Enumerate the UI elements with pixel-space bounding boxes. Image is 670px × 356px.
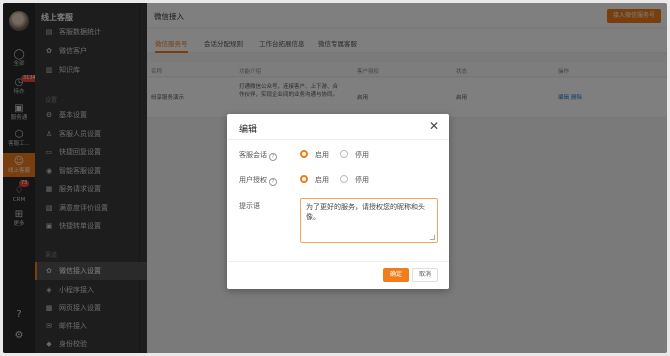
confirm-button[interactable]: 确定 (383, 268, 409, 282)
help-icon[interactable]: ? (269, 153, 277, 161)
edit-dialog: 编辑 ✕ 客服会话? 启用 停用 用户授权? 启用 停用 提示语 为了更好的服务… (227, 114, 449, 289)
session-enable-radio[interactable]: 启用 (300, 150, 329, 160)
auth-disable-radio[interactable]: 停用 (340, 175, 369, 185)
dialog-footer-divider (227, 261, 449, 262)
session-label: 客服会话? (239, 150, 277, 161)
dialog-header-divider (227, 139, 449, 140)
dialog-title: 编辑 (239, 125, 258, 135)
auth-label: 用户授权? (239, 175, 277, 186)
radio-dot (300, 175, 308, 183)
cancel-button[interactable]: 取消 (412, 268, 438, 282)
resize-handle-icon[interactable] (430, 235, 435, 240)
greeting-label: 提示语 (239, 202, 260, 210)
close-icon[interactable]: ✕ (429, 120, 439, 132)
session-disable-radio[interactable]: 停用 (340, 150, 369, 160)
radio-dot (340, 150, 348, 158)
radio-dot (300, 150, 308, 158)
greeting-textarea[interactable]: 为了更好的服务，请授权您的昵称和头像。 (300, 198, 438, 243)
help-icon[interactable]: ? (269, 178, 277, 186)
app-window: ◯ 全部 ◷ 待办 3134 ▣ 服务通 ⬡ 客服工... ☺ 线上客服 ♢ C… (3, 3, 667, 353)
radio-dot (340, 175, 348, 183)
auth-enable-radio[interactable]: 启用 (300, 175, 329, 185)
